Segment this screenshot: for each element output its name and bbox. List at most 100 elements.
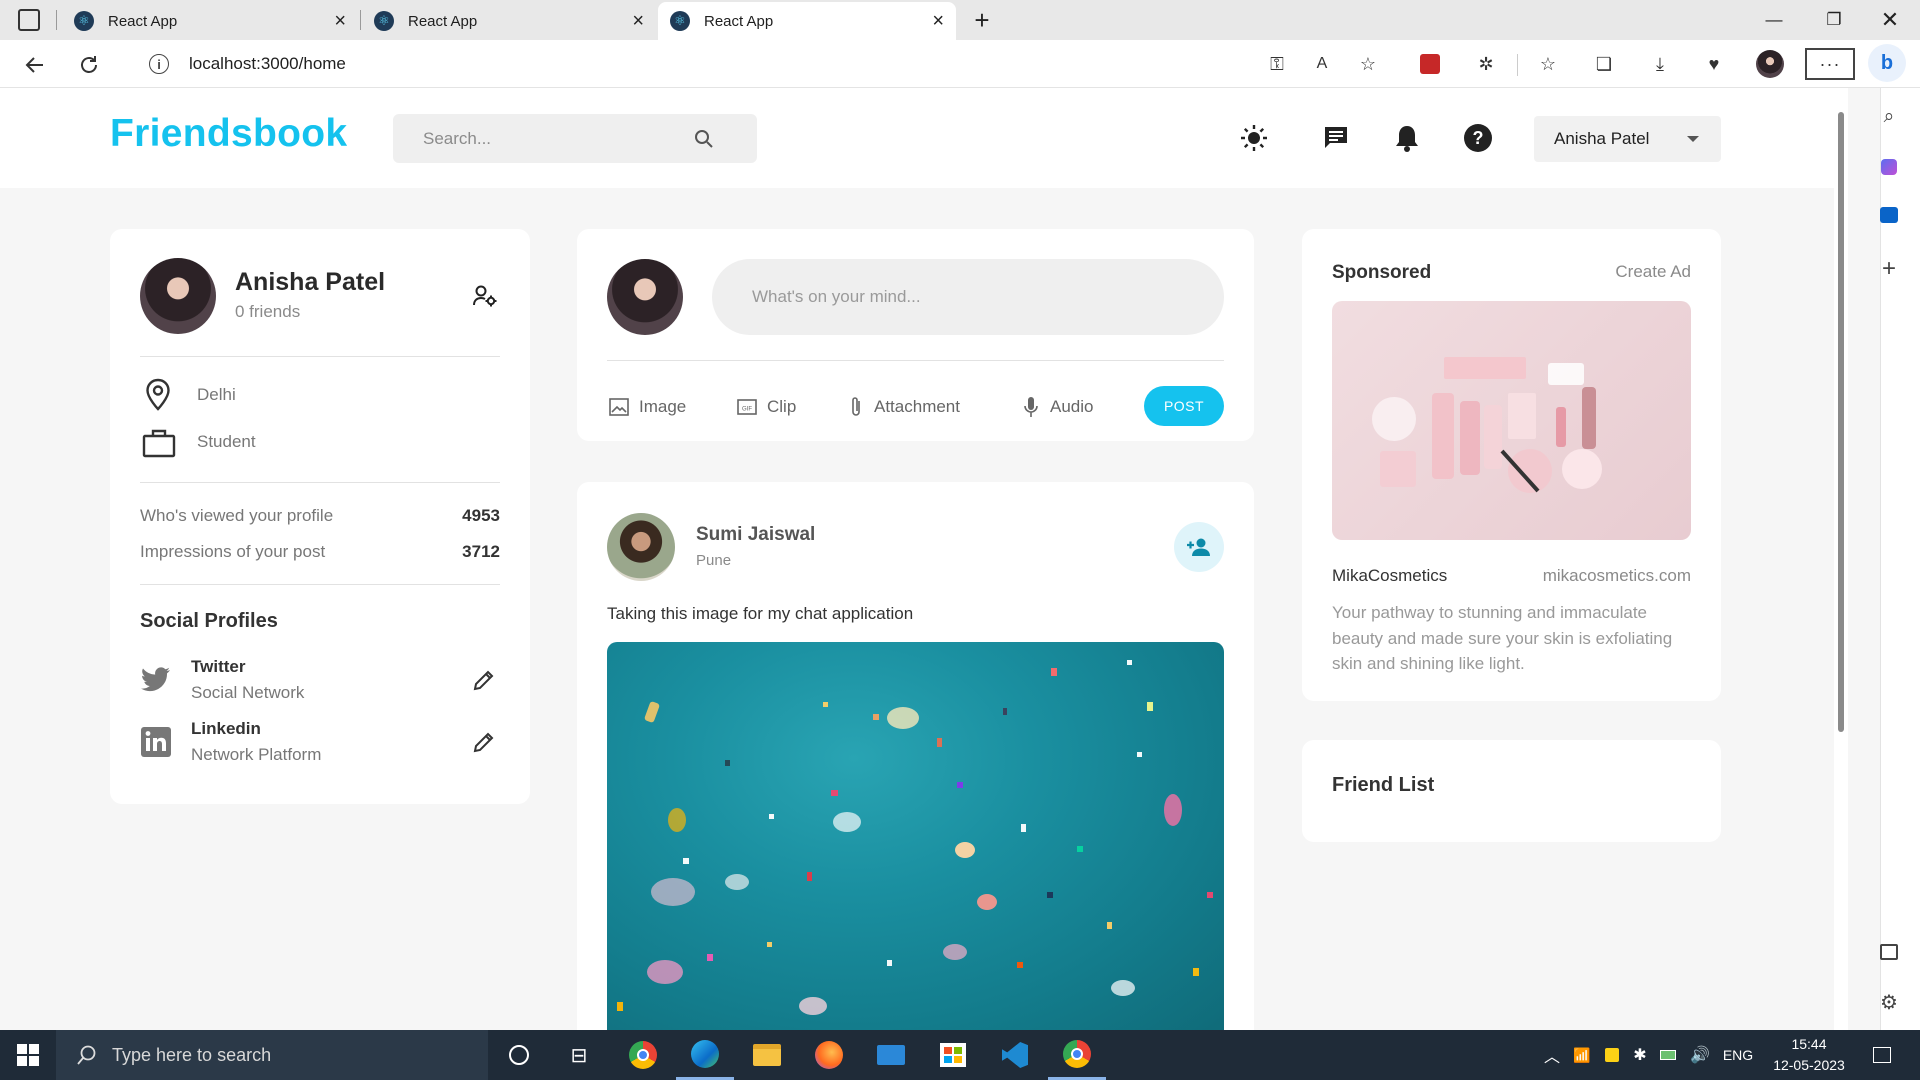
social-linkedin-name[interactable]: Linkedin [191,719,261,739]
restore-button[interactable]: ❐ [1806,0,1862,40]
search-icon[interactable] [693,128,715,150]
volume-icon[interactable]: 🔊 [1686,1030,1714,1080]
ad-site-link[interactable]: mikacosmetics.com [1500,566,1691,586]
back-button[interactable] [18,48,52,82]
sidebar-search-icon[interactable]: ⌕ [1874,102,1904,132]
post-button[interactable]: POST [1144,386,1224,426]
search-box [393,114,757,163]
edge-app-icon[interactable] [676,1030,734,1080]
ad-brand-name[interactable]: MikaCosmetics [1332,566,1447,586]
social-twitter-name[interactable]: Twitter [191,657,245,677]
taskbar-search[interactable]: Type here to search [56,1030,488,1080]
profile-avatar[interactable] [140,258,216,334]
chrome-app-icon[interactable] [614,1030,672,1080]
start-button[interactable] [0,1030,56,1080]
refresh-button[interactable] [72,48,106,82]
windows-logo-icon [17,1044,39,1066]
site-info-icon[interactable]: i [149,54,169,74]
stat-label-impressions: Impressions of your post [140,542,326,561]
key-icon[interactable]: ⚿ [1263,50,1291,78]
messages-icon[interactable] [1316,118,1356,158]
taskbar-search-placeholder: Type here to search [112,1044,272,1065]
wifi-icon[interactable]: 📶 [1568,1030,1596,1080]
clock-time: 15:44 [1791,1036,1827,1052]
chevron-down-icon [1687,136,1699,142]
clock-date: 12-05-2023 [1773,1057,1845,1073]
notifications-bell-icon[interactable] [1387,118,1427,158]
extensions-icon[interactable]: ✲ [1472,50,1500,78]
edit-linkedin-pencil-icon[interactable] [472,730,496,754]
show-hidden-icons-chevron-up-icon[interactable]: ︿ [1538,1030,1566,1080]
help-icon[interactable]: ? [1458,118,1498,158]
new-tab-button[interactable]: + [966,4,998,36]
tab-1[interactable]: ⚛ React App × [62,2,358,40]
downloads-icon[interactable]: ⤓ [1646,50,1674,78]
refresh-icon [81,56,97,73]
post-author-location: Pune [696,552,732,569]
sponsored-ad-image[interactable] [1332,301,1691,540]
edit-twitter-pencil-icon[interactable] [472,668,496,692]
linkedin-icon [140,726,172,758]
battery-icon[interactable] [1654,1030,1682,1080]
minimize-button[interactable]: — [1746,0,1802,40]
store-app-icon[interactable] [924,1030,982,1080]
browser-essentials-icon[interactable]: ♥ [1700,50,1728,78]
tab-3-active[interactable]: ⚛ React App × [658,2,956,40]
chrome-app-icon-2[interactable] [1048,1030,1106,1080]
browser-profile-avatar[interactable] [1756,50,1784,78]
sidebar-outlook-icon[interactable] [1874,200,1904,230]
profile-name[interactable]: Anisha Patel [235,268,385,297]
close-icon[interactable]: × [334,11,346,31]
add-attachment-button[interactable]: Attachment [848,393,960,421]
profile-location: Delhi [197,385,236,404]
sidebar-layout-icon[interactable] [1874,937,1904,967]
task-view-icon[interactable]: ⊟ [550,1030,608,1080]
clock[interactable]: 15:44 12-05-2023 [1764,1034,1854,1078]
post-author-avatar[interactable] [607,513,675,581]
sidebar-settings-icon[interactable]: ⚙ [1874,987,1904,1017]
app-logo[interactable]: Friendsbook [110,112,347,156]
mail-app-icon[interactable] [862,1030,920,1080]
add-image-button[interactable]: Image [609,393,686,421]
manage-account-icon[interactable] [472,284,498,308]
url-text: localhost:3000/home [189,54,346,73]
post-image-confetti[interactable] [607,642,1224,1030]
close-icon[interactable]: × [932,11,944,31]
add-friend-button[interactable] [1174,522,1224,572]
window-close-button[interactable]: ✕ [1862,0,1918,40]
add-audio-button[interactable]: Audio [1022,393,1093,421]
norton-tray-icon[interactable] [1598,1030,1626,1080]
favorites-icon[interactable]: ☆ [1534,50,1562,78]
search-icon [77,1045,96,1065]
user-menu-dropdown[interactable]: Anisha Patel [1534,116,1721,162]
vscode-app-icon[interactable] [986,1030,1044,1080]
file-explorer-icon[interactable] [738,1030,796,1080]
svg-text:?: ? [1473,128,1484,148]
extension-red-icon[interactable] [1416,50,1444,78]
tab-actions-icon[interactable] [18,9,40,31]
url-bar[interactable]: i localhost:3000/home [124,45,1416,83]
close-icon[interactable]: × [632,11,644,31]
theme-toggle-sun-icon[interactable] [1234,118,1274,158]
language-indicator[interactable]: ENG [1718,1030,1758,1080]
sidebar-add-icon[interactable]: + [1874,254,1904,284]
stat-value-impressions: 3712 [462,542,500,561]
notification-center-icon[interactable] [1862,1030,1902,1080]
settings-more-button[interactable]: ··· [1805,48,1855,80]
favorite-add-icon[interactable]: ☆ [1354,50,1382,78]
post-input[interactable]: What's on your mind... [712,259,1224,335]
collections-icon[interactable]: ❏ [1590,50,1618,78]
scrollbar-thumb[interactable] [1838,112,1844,732]
cortana-icon[interactable] [490,1030,548,1080]
firefox-app-icon[interactable] [800,1030,858,1080]
search-input[interactable] [423,128,693,149]
sidebar-copilot-icon[interactable] [1874,152,1904,182]
tab-2[interactable]: ⚛ React App × [362,2,656,40]
create-ad-link[interactable]: Create Ad [1540,262,1691,282]
add-clip-button[interactable]: GIF Clip [737,393,796,421]
bing-chat-icon[interactable]: b [1868,44,1906,82]
profile-friends-count: 0 friends [235,302,301,321]
post-author-name[interactable]: Sumi Jaiswal [696,524,815,546]
bluetooth-icon[interactable]: ✱ [1626,1030,1654,1080]
read-aloud-icon[interactable]: A [1308,50,1336,78]
